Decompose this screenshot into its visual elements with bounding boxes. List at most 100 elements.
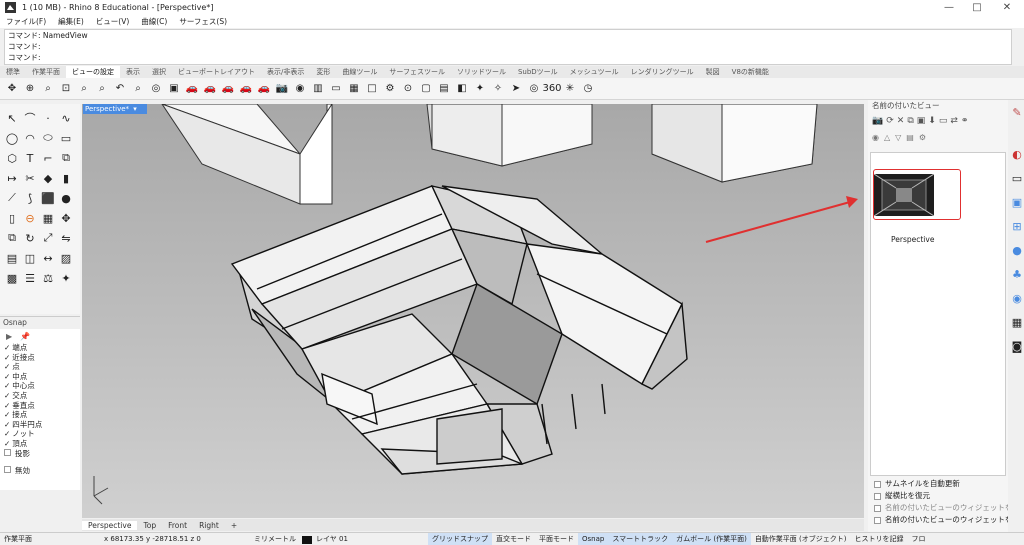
analyze-icon[interactable]: ⚖	[40, 270, 56, 286]
square-icon[interactable]: □	[364, 81, 380, 97]
move-down-icon[interactable]: ▽	[895, 133, 901, 142]
delete-icon[interactable]: ✕	[897, 116, 905, 126]
thumbnail-icon[interactable]: ▤	[906, 133, 914, 142]
osnap-toggle[interactable]: Osnap	[578, 532, 609, 545]
named-views-icon[interactable]: ▣	[166, 81, 182, 97]
mesh-icon[interactable]: ▦	[40, 210, 56, 226]
menu-edit[interactable]: 編集(E)	[58, 16, 84, 27]
checkmark-icon[interactable]: ✓	[4, 401, 10, 410]
copy-icon[interactable]: ⧉	[4, 230, 20, 246]
named-view-option[interactable]: 名前の付いたビューのウィジェットを	[870, 514, 1008, 526]
light-icon[interactable]: ✦	[472, 81, 488, 97]
toolbar-tab[interactable]: 選択	[146, 66, 172, 78]
tab-perspective[interactable]: Perspective	[82, 520, 138, 530]
cylinder-icon[interactable]: ▯	[4, 210, 20, 226]
car-red-3-icon[interactable]: 🚗	[220, 81, 236, 97]
checkmark-icon[interactable]: ✓	[4, 410, 10, 419]
auto-cplane-toggle[interactable]: 自動作業平面 (オブジェクト)	[751, 533, 851, 545]
grid-icon[interactable]: ▦	[346, 81, 362, 97]
checkbox[interactable]	[4, 466, 11, 474]
checkmark-icon[interactable]: ✓	[4, 372, 10, 381]
history-toggle[interactable]: ヒストリを記録	[851, 533, 908, 545]
close-button[interactable]: ✕	[992, 0, 1022, 15]
toolbar-tab[interactable]: 製図	[700, 66, 726, 78]
named-view-option[interactable]: 縦横比を復元	[870, 490, 1008, 502]
scale-icon[interactable]: ⤢	[40, 230, 56, 246]
gumball-toggle[interactable]: ガムボール (作業平面)	[672, 532, 751, 545]
sync-icon[interactable]: ⇄	[950, 116, 958, 126]
osnap-item[interactable]: ✓ 頂点	[0, 439, 80, 449]
osnap-item[interactable]: ✓ 中心点	[0, 381, 80, 391]
toolbar-tab[interactable]: 曲線ツール	[336, 66, 383, 78]
notifications-icon[interactable]: ♣	[1009, 266, 1024, 282]
loft-icon[interactable]: ⟋	[4, 190, 20, 206]
cube-icon[interactable]: ◧	[454, 81, 470, 97]
view-360-icon[interactable]: 360	[542, 81, 561, 97]
command-prompt[interactable]: コマンド:	[5, 52, 1011, 63]
group-icon[interactable]: ◫	[22, 250, 38, 266]
osnap-disable[interactable]: 無効	[0, 466, 80, 476]
zoom-dynamic-icon[interactable]: ⌕	[130, 81, 146, 97]
osnap-item[interactable]: ✓ 四半円点	[0, 420, 80, 430]
tab-front[interactable]: Front	[162, 521, 193, 530]
layer-tool-icon[interactable]: ☰	[22, 270, 38, 286]
checkbox[interactable]	[4, 448, 11, 456]
smarttrack-toggle[interactable]: スマートトラック	[608, 532, 673, 545]
eye-icon[interactable]: ◉	[872, 133, 879, 142]
zoom-icon[interactable]: ⌕	[40, 81, 56, 97]
menu-curve[interactable]: 曲線(C)	[141, 16, 167, 27]
osnap-item[interactable]: ✓ ノット	[0, 429, 80, 439]
osnap-item[interactable]: ✓ 点	[0, 362, 80, 372]
materials-icon[interactable]: ⊞	[1009, 218, 1024, 234]
gear-icon[interactable]: ⚙	[382, 81, 398, 97]
color-icon[interactable]: ▦	[1009, 314, 1024, 330]
settings-icon[interactable]: ⚙	[919, 133, 926, 142]
clock-icon[interactable]: ◷	[580, 81, 596, 97]
minimize-button[interactable]: —	[934, 0, 964, 15]
move-icon[interactable]: ✥	[58, 210, 74, 226]
viewport-label[interactable]: Perspective* ▾	[83, 104, 147, 114]
properties-icon[interactable]: ✎	[1009, 104, 1024, 120]
toolbar-tab[interactable]: サーフェスツール	[383, 66, 451, 78]
car-red-1-icon[interactable]: 🚗	[184, 81, 200, 97]
import-icon[interactable]: ⬇	[928, 116, 936, 126]
checkmark-icon[interactable]: ✓	[4, 362, 10, 371]
checkbox[interactable]	[874, 492, 881, 500]
render-tool-icon[interactable]: ✦	[58, 270, 74, 286]
rendering-icon[interactable]: ▣	[1009, 194, 1024, 210]
camera-icon[interactable]: 📷	[274, 81, 290, 97]
cplane-status[interactable]: 作業平面	[0, 533, 100, 545]
osnap-item[interactable]: ✓ 交点	[0, 391, 80, 401]
undo-view-icon[interactable]: ↶	[112, 81, 128, 97]
dimension-icon[interactable]: ↔	[40, 250, 56, 266]
array-icon[interactable]: ▤	[4, 250, 20, 266]
planar-toggle[interactable]: 平面モード	[535, 533, 578, 545]
ortho-toggle[interactable]: 直交モード	[492, 533, 535, 545]
surface-icon[interactable]: ◆	[40, 170, 56, 186]
checkmark-icon[interactable]: ✓	[4, 391, 10, 400]
toolbar-tab[interactable]: 変形	[310, 66, 336, 78]
toolbar-tab[interactable]: ビューポートレイアウト	[172, 66, 261, 78]
sphere-icon[interactable]: ●	[58, 190, 74, 206]
layer-status[interactable]: レイヤ 01	[312, 533, 428, 545]
menu-surface[interactable]: サーフェス(S)	[179, 16, 227, 27]
checkbox[interactable]	[874, 504, 881, 512]
boolean-icon[interactable]: ⊖	[22, 210, 38, 226]
checkmark-icon[interactable]: ✓	[4, 420, 10, 429]
polygon-icon[interactable]: ⬡	[4, 150, 20, 166]
restore-icon[interactable]: ⟳	[886, 116, 894, 126]
chevron-down-icon[interactable]: ▾	[133, 105, 137, 113]
osnap-item[interactable]: ✓ 近接点	[0, 353, 80, 363]
toolbar-tab[interactable]: レンダリングツール	[625, 66, 700, 78]
checkmark-icon[interactable]: ✓	[4, 343, 10, 352]
display-icon[interactable]: ▭	[1009, 170, 1024, 186]
extend-icon[interactable]: ↦	[4, 170, 20, 186]
tab-right[interactable]: Right	[193, 521, 225, 530]
help-icon[interactable]: ◉	[1009, 290, 1024, 306]
mirror-icon[interactable]: ⇋	[58, 230, 74, 246]
osnap-item[interactable]: 投影	[0, 448, 80, 459]
toolbar-tab[interactable]: ソリッドツール	[451, 66, 512, 78]
named-view-option[interactable]: 名前の付いたビューのウィジェットを	[870, 502, 1008, 514]
environment-icon[interactable]: ●	[1009, 242, 1024, 258]
zoom-extents-icon[interactable]: ⌕	[76, 81, 92, 97]
